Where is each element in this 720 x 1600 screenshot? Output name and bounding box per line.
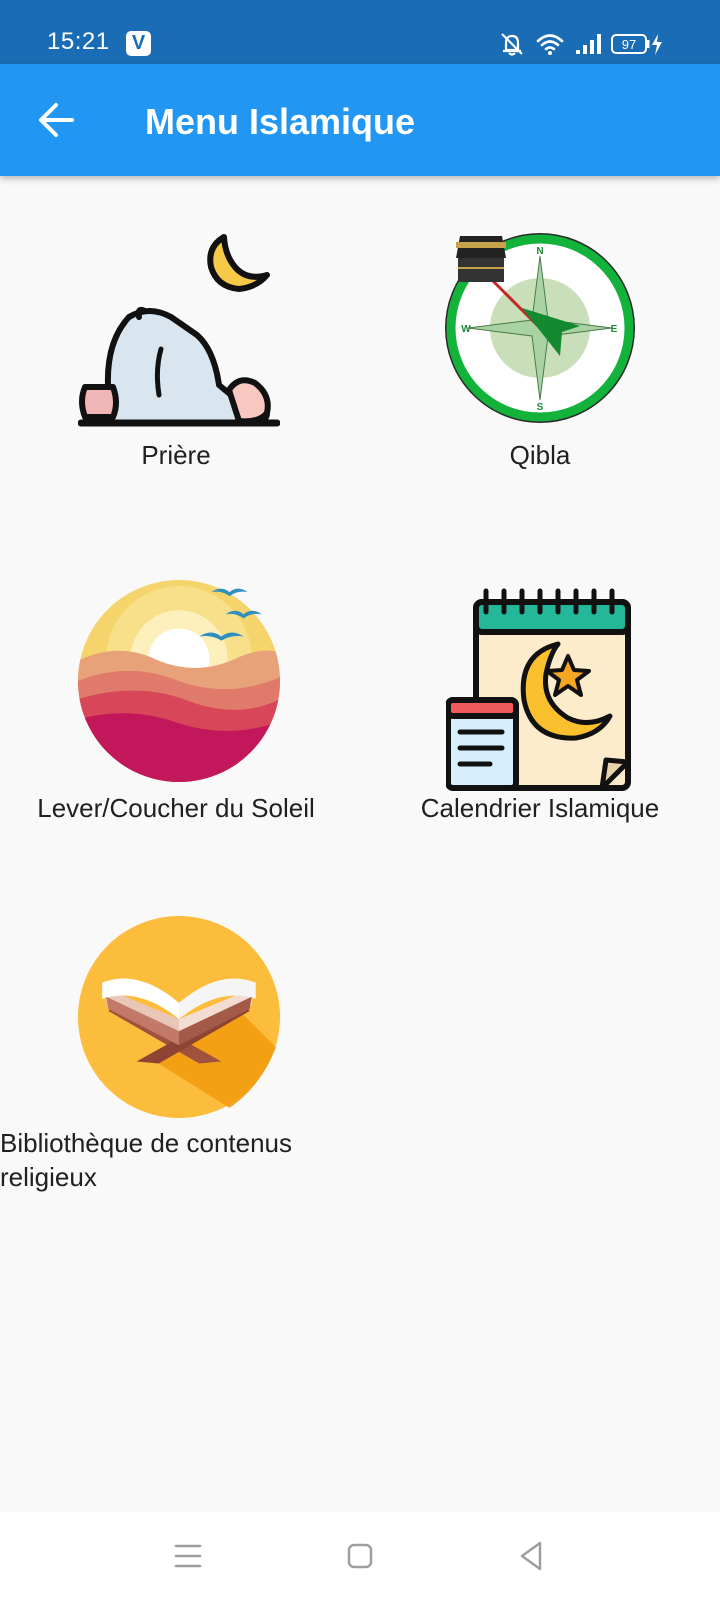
- status-icons: 97: [501, 33, 662, 56]
- islamic-calendar-icon: [446, 588, 631, 791]
- qibla-compass-icon: N S E W: [445, 233, 635, 423]
- prayer-icon: [78, 234, 280, 427]
- battery-level: 97: [622, 37, 636, 52]
- page-title: Menu Islamique: [145, 101, 416, 142]
- mute-bell-icon: [501, 33, 523, 56]
- home-icon[interactable]: [338, 1534, 382, 1578]
- menu-label: Calendrier Islamique: [420, 793, 660, 823]
- menu-icon[interactable]: [166, 1534, 210, 1578]
- svg-text:S: S: [537, 402, 544, 413]
- status-time: 15:21: [47, 28, 110, 55]
- notification-app-icon: V: [126, 31, 151, 56]
- status-bar: 15:21 V 97: [0, 0, 720, 64]
- wifi-icon: [536, 34, 564, 55]
- menu-label: Prière: [141, 440, 211, 470]
- back-icon[interactable]: [510, 1534, 554, 1578]
- svg-text:N: N: [536, 246, 543, 257]
- arrow-left-icon: [39, 103, 74, 137]
- signal-icon: [576, 34, 601, 54]
- quran-book-icon: [78, 916, 280, 1118]
- charging-icon: [652, 34, 662, 55]
- svg-text:E: E: [611, 324, 618, 335]
- navigation-bar: [0, 1512, 720, 1600]
- sunrise-sunset-icon: [78, 580, 280, 782]
- back-arrow-button[interactable]: [30, 94, 82, 146]
- menu-label: Qibla: [509, 440, 571, 470]
- svg-text:W: W: [461, 324, 471, 335]
- menu-label: Lever/Coucher du Soleil: [37, 793, 315, 823]
- app-bar: Menu Islamique: [0, 64, 720, 176]
- menu-label: Bibliothèque de contenus religieux: [0, 1128, 293, 1192]
